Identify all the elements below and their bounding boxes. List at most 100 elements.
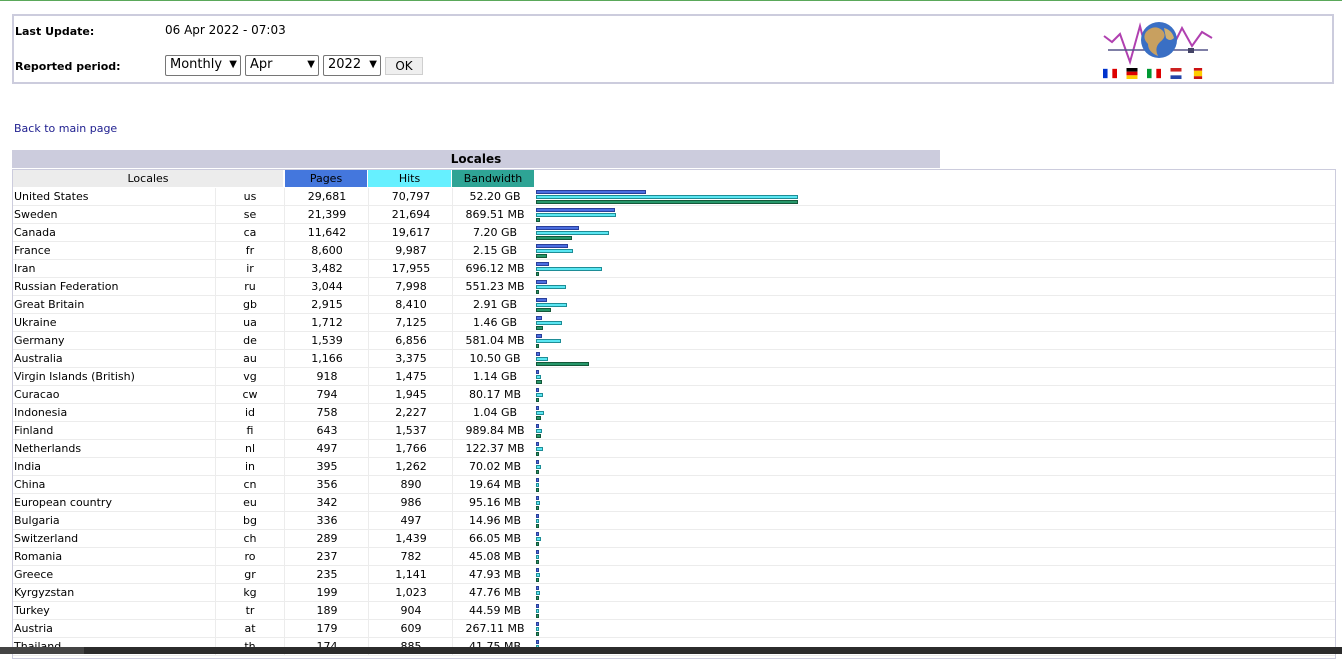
bandwidth-value: 696.12 MB: [452, 260, 537, 277]
hits-value: 9,987: [368, 242, 453, 259]
pages-bar: [536, 640, 539, 644]
hits-bar: [536, 501, 540, 505]
table-row: Turkey tr 189 904 44.59 MB: [13, 602, 1335, 620]
bar-group: [536, 458, 1316, 475]
hits-bar: [536, 321, 562, 325]
bandwidth-bar: [536, 200, 798, 204]
flag-it-icon[interactable]: [1147, 68, 1161, 79]
taskbar: [0, 647, 1342, 654]
pages-bar: [536, 622, 539, 626]
table-row: United States us 29,681 70,797 52.20 GB: [13, 188, 1335, 206]
table-row: Romania ro 237 782 45.08 MB: [13, 548, 1335, 566]
locale-code: ua: [215, 314, 284, 331]
locale-name: Iran: [14, 262, 36, 275]
bandwidth-bar: [536, 578, 539, 582]
bandwidth-bar: [536, 398, 539, 402]
hits-value: 1,475: [368, 368, 453, 385]
table-row: European country eu 342 986 95.16 MB: [13, 494, 1335, 512]
bandwidth-value: 1.46 GB: [452, 314, 537, 331]
pages-value: 794: [284, 386, 369, 403]
hits-value: 1,262: [368, 458, 453, 475]
globe-logo-icon: [1103, 22, 1213, 66]
pages-bar: [536, 298, 547, 302]
bandwidth-bar: [536, 488, 539, 492]
hits-bar: [536, 285, 566, 289]
col-header-bandwidth: Bandwidth: [452, 170, 534, 187]
hits-bar: [536, 591, 540, 595]
bandwidth-value: 45.08 MB: [452, 548, 537, 565]
month-select[interactable]: Apr ▼: [245, 55, 319, 76]
last-update-value: 06 Apr 2022 - 07:03: [165, 23, 286, 37]
bandwidth-value: 47.93 MB: [452, 566, 537, 583]
locale-name: Bulgaria: [14, 514, 60, 527]
bar-group: [536, 620, 1316, 637]
locales-table: Locales Pages Hits Bandwidth United Stat…: [12, 169, 1336, 659]
pages-bar: [536, 388, 539, 392]
bandwidth-bar: [536, 560, 539, 564]
pages-value: 342: [284, 494, 369, 511]
header-panel: Last Update: 06 Apr 2022 - 07:03 Reporte…: [12, 14, 1334, 84]
ok-button[interactable]: OK: [385, 57, 423, 75]
table-row: France fr 8,600 9,987 2.15 GB: [13, 242, 1335, 260]
hits-bar: [536, 231, 609, 235]
table-body: United States us 29,681 70,797 52.20 GB Swede…: [13, 188, 1335, 656]
locale-code: ir: [215, 260, 284, 277]
hits-value: 1,439: [368, 530, 453, 547]
hits-value: 782: [368, 548, 453, 565]
pages-bar: [536, 190, 646, 194]
bandwidth-value: 10.50 GB: [452, 350, 537, 367]
locale-name: Turkey: [14, 604, 50, 617]
pages-bar: [536, 406, 539, 410]
bar-group: [536, 404, 1316, 421]
hits-bar: [536, 375, 541, 379]
bar-group: [536, 188, 1316, 205]
bandwidth-value: 7.20 GB: [452, 224, 537, 241]
flag-nl-icon[interactable]: [1169, 68, 1183, 79]
bar-group: [536, 548, 1316, 565]
hits-value: 497: [368, 512, 453, 529]
bandwidth-bar: [536, 506, 539, 510]
bandwidth-bar: [536, 326, 543, 330]
col-header-hits: Hits: [368, 170, 451, 187]
pages-value: 2,915: [284, 296, 369, 313]
flag-de-icon[interactable]: [1125, 68, 1139, 79]
locale-code: bg: [215, 512, 284, 529]
taskbar-start-area[interactable]: [0, 647, 84, 654]
pages-value: 918: [284, 368, 369, 385]
hits-value: 1,537: [368, 422, 453, 439]
table-row: Sweden se 21,399 21,694 869.51 MB: [13, 206, 1335, 224]
locale-code: ca: [215, 224, 284, 241]
hits-value: 890: [368, 476, 453, 493]
bandwidth-value: 989.84 MB: [452, 422, 537, 439]
locale-code: vg: [215, 368, 284, 385]
hits-value: 7,998: [368, 278, 453, 295]
table-row: Austria at 179 609 267.11 MB: [13, 620, 1335, 638]
pages-value: 3,482: [284, 260, 369, 277]
flag-fr-icon[interactable]: [1103, 68, 1117, 79]
locale-name: Greece: [14, 568, 54, 581]
back-to-main-link[interactable]: Back to main page: [14, 122, 117, 135]
bandwidth-bar: [536, 218, 540, 222]
locale-name: European country: [14, 496, 112, 509]
locale-name: Kyrgyzstan: [14, 586, 75, 599]
year-select[interactable]: 2022 ▼: [323, 55, 381, 76]
bar-group: [536, 224, 1316, 241]
locale-name: Russian Federation: [14, 280, 119, 293]
bandwidth-value: 267.11 MB: [452, 620, 537, 637]
locale-code: nl: [215, 440, 284, 457]
pages-value: 3,044: [284, 278, 369, 295]
flag-es-icon[interactable]: [1191, 68, 1205, 79]
bandwidth-value: 14.96 MB: [452, 512, 537, 529]
hits-value: 1,766: [368, 440, 453, 457]
pages-bar: [536, 208, 615, 212]
period-type-select[interactable]: Monthly ▼: [165, 55, 241, 76]
pages-bar: [536, 586, 539, 590]
pages-bar: [536, 280, 547, 284]
hits-bar: [536, 465, 541, 469]
locale-code: ru: [215, 278, 284, 295]
locale-code: at: [215, 620, 284, 637]
locale-code: fr: [215, 242, 284, 259]
locale-name: India: [14, 460, 41, 473]
pages-bar: [536, 460, 539, 464]
bandwidth-value: 95.16 MB: [452, 494, 537, 511]
